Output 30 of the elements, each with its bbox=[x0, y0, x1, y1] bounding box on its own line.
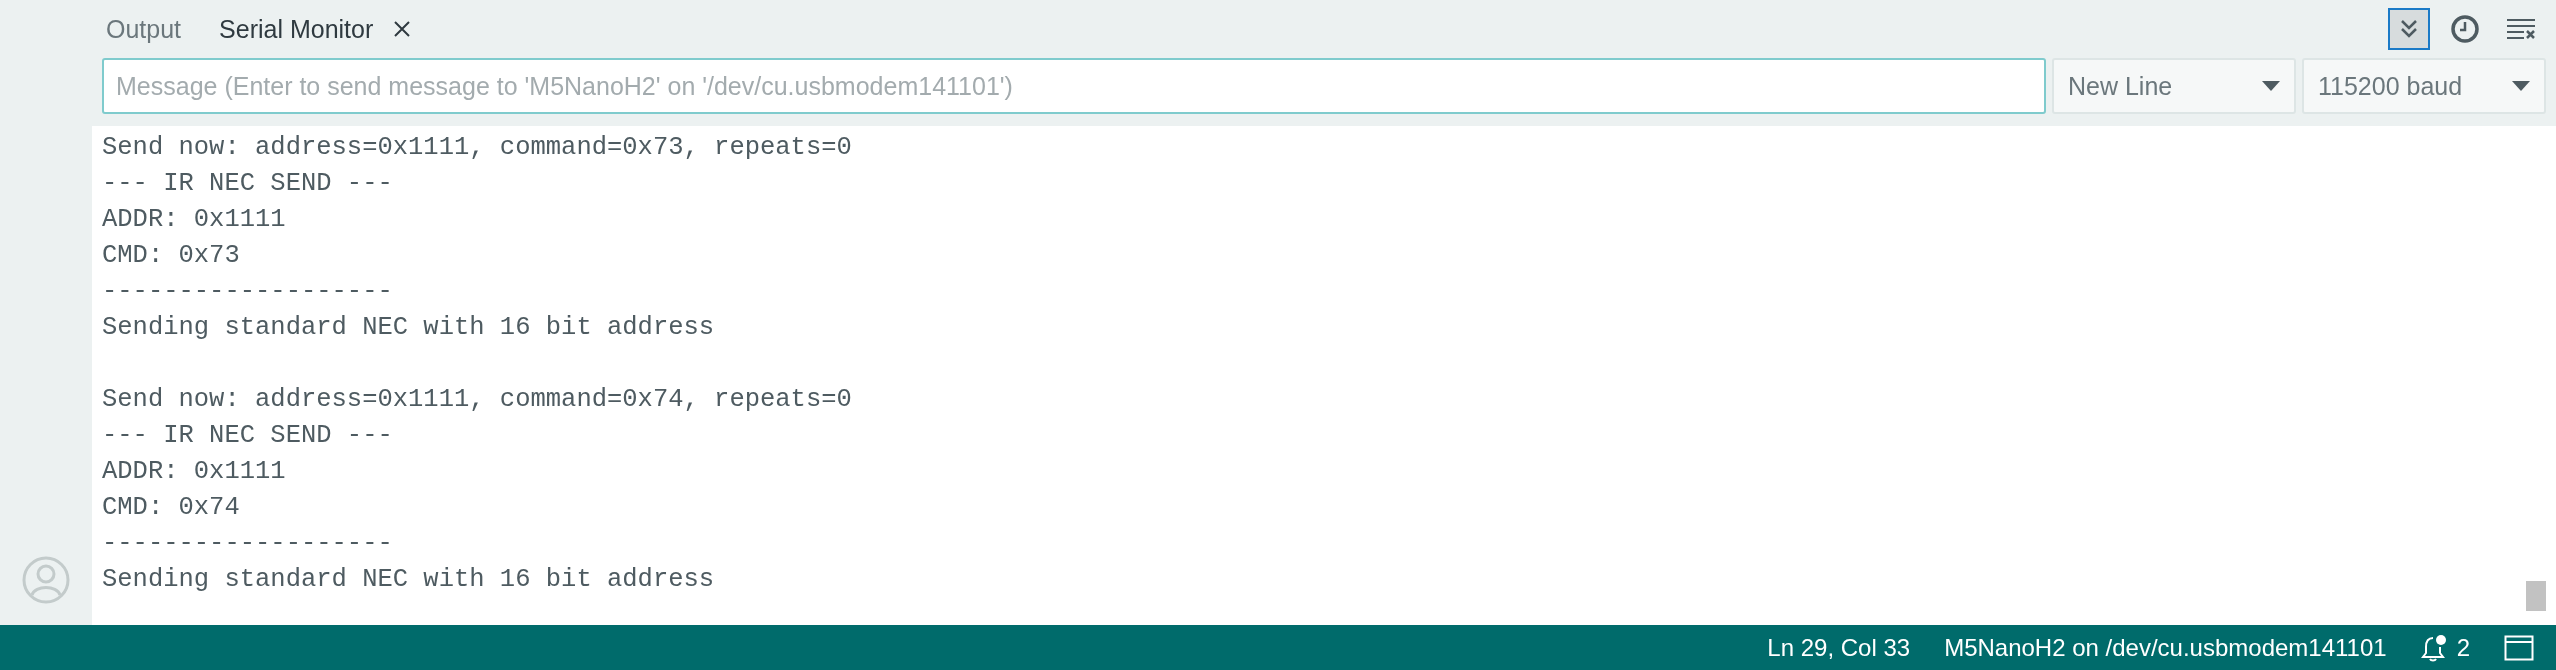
clear-icon bbox=[2506, 17, 2536, 41]
caret-icon bbox=[2512, 81, 2530, 91]
cursor-position[interactable]: Ln 29, Col 33 bbox=[1767, 633, 1911, 662]
board-port[interactable]: M5NanoH2 on /dev/cu.usbmodem141101 bbox=[1944, 633, 2387, 662]
output-line: Sending standard NEC with 16 bit address bbox=[102, 312, 715, 344]
panel-tab[interactable]: Serial Monitor bbox=[219, 14, 412, 44]
output-line: ADDR: 0x1111 bbox=[102, 204, 286, 236]
bell-icon[interactable] bbox=[2420, 633, 2447, 662]
double-chevron-icon bbox=[2398, 18, 2420, 40]
output-line: --- IR NEC SEND --- bbox=[102, 420, 393, 452]
output-line: CMD: 0x74 bbox=[102, 492, 240, 524]
message-field[interactable]: Message (Enter to send message to 'M5NanoH2' on '/dev/cu.usbmodem141101') bbox=[102, 58, 2046, 114]
clock-icon bbox=[2450, 14, 2480, 44]
output-line: Send now: address=0x1111, command=0x74, repeats=0 bbox=[102, 384, 852, 416]
panel-tab[interactable]: Output bbox=[106, 14, 182, 44]
panel-icon[interactable] bbox=[2504, 634, 2534, 661]
output-line: ADDR: 0x1111 bbox=[102, 456, 286, 488]
notification-count: 2 bbox=[2456, 633, 2470, 662]
output-line: --- IR NEC SEND --- bbox=[102, 168, 393, 200]
baud-rate-dropdown[interactable]: 115200 baud bbox=[2302, 58, 2546, 114]
output-line: CMD: 0x73 bbox=[102, 240, 240, 272]
autoscroll-button[interactable] bbox=[2388, 8, 2430, 50]
output-line: Sending standard NEC with 16 bit address bbox=[102, 564, 715, 596]
line-ending-dropdown[interactable]: New Line bbox=[2052, 58, 2296, 114]
output-line: Send now: address=0x1111, command=0x73, repeats=0 bbox=[102, 132, 852, 164]
output-line: ------------------- bbox=[102, 528, 393, 560]
output-line: ------------------- bbox=[102, 276, 393, 308]
close-icon[interactable] bbox=[393, 20, 412, 38]
caret-icon bbox=[2262, 81, 2280, 91]
scrollbar-thumb[interactable] bbox=[2526, 581, 2546, 611]
